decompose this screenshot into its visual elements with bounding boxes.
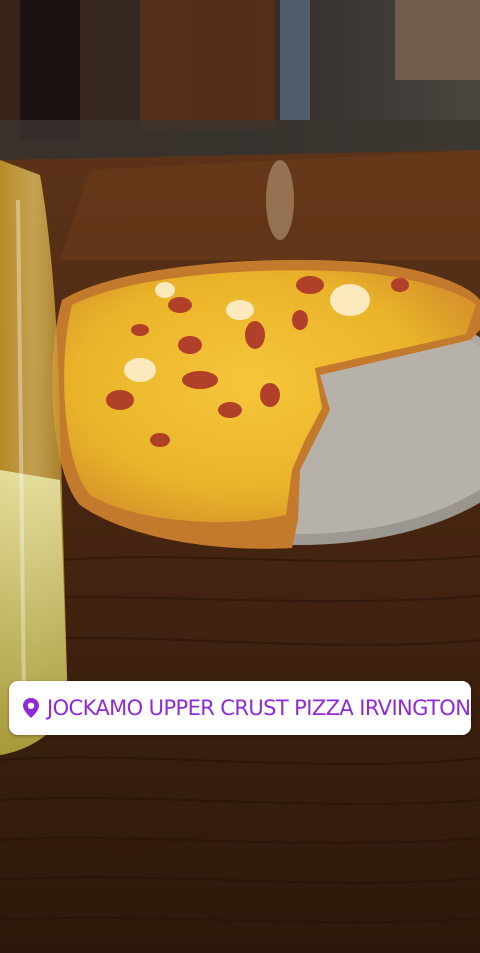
location-sticker[interactable]: JOCKAMO UPPER CRUST PIZZA IRVINGTON <box>9 681 471 735</box>
photo-scene <box>0 0 480 953</box>
location-label: JOCKAMO UPPER CRUST PIZZA IRVINGTON <box>47 695 471 720</box>
location-pin-icon <box>21 697 41 719</box>
